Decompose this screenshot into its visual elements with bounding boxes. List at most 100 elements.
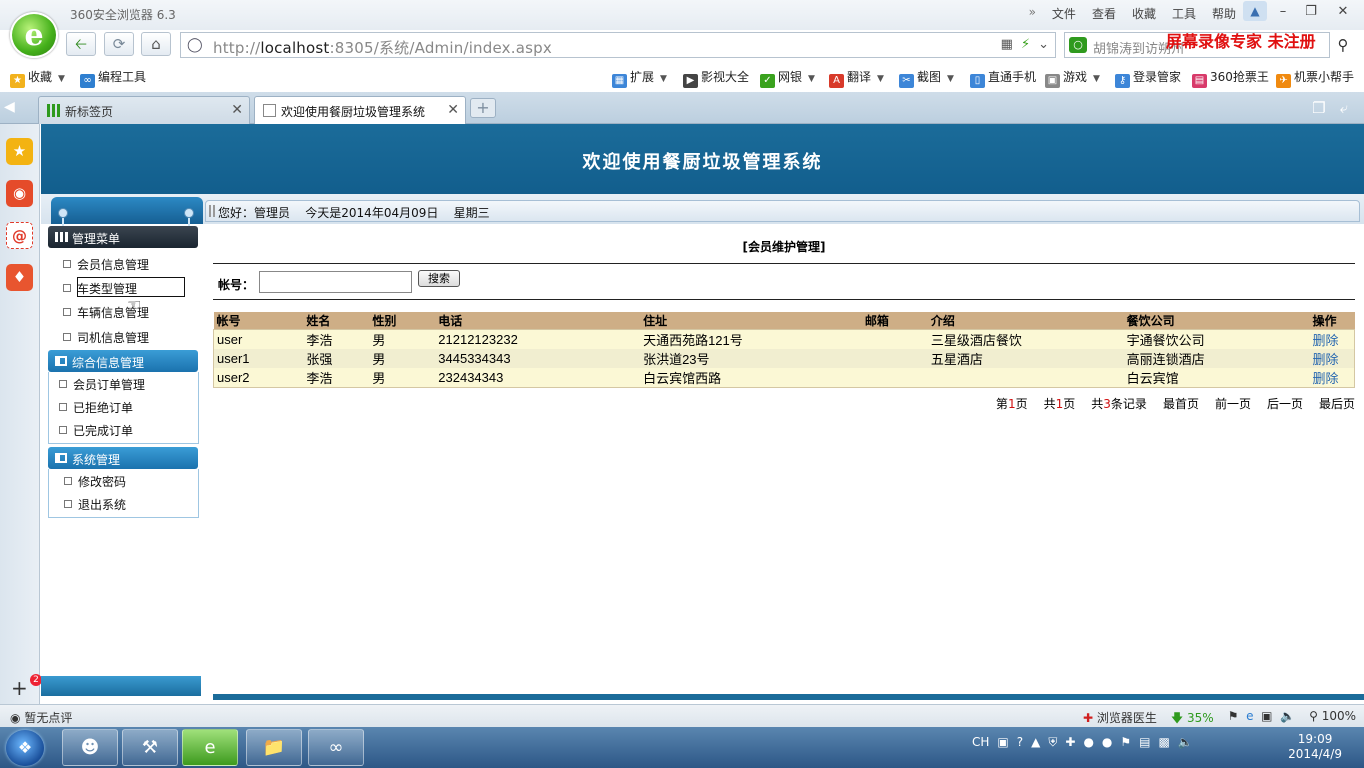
tool-flight-helper[interactable]: ✈ 机票小帮手 [1276, 68, 1354, 88]
ime-icon[interactable]: ▣ [997, 735, 1008, 750]
col-header: 介绍 [927, 312, 1124, 330]
menu-header-general[interactable]: 综合信息管理 [48, 350, 198, 372]
menu-item-member-info[interactable]: 会员信息管理 [63, 256, 149, 273]
menu-item-completed-orders[interactable]: 已完成订单 [59, 422, 133, 439]
skin-shirt-icon[interactable]: ▲ [1243, 1, 1267, 21]
shopping-icon[interactable]: ♦ [6, 264, 33, 291]
menu-help[interactable]: 帮助 [1212, 5, 1236, 22]
tool-translate[interactable]: A 翻译 ▼ [829, 68, 884, 88]
qr-code-icon[interactable]: ▦ [1001, 37, 1013, 52]
qq-icon[interactable]: ● [1102, 735, 1112, 750]
tool-screenshot[interactable]: ✂ 截图 ▼ [899, 68, 954, 88]
language-indicator[interactable]: CH [972, 735, 989, 750]
close-tab-icon[interactable]: ✕ [447, 102, 459, 118]
menu-footer [41, 676, 201, 696]
grid-page-icon [47, 104, 60, 117]
bullet-icon [59, 380, 67, 388]
address-tools: ▦ ⚡ ⌄ [1001, 37, 1049, 52]
tool-games[interactable]: ▣ 游戏 ▼ [1045, 68, 1100, 88]
minimize-icon[interactable]: – [1272, 3, 1294, 21]
taskbar-photo-app-icon[interactable]: ☻ [62, 729, 118, 766]
refresh-icon[interactable]: ⟳ [104, 32, 134, 56]
last-page-link[interactable]: 最后页 [1319, 395, 1355, 412]
tool-phone[interactable]: ▯ 直通手机 [970, 68, 1036, 88]
rating-status[interactable]: ◉ 暂无点评 [10, 709, 72, 726]
tab-restore-icon[interactable]: ❐ [1312, 99, 1325, 117]
add-plus-icon[interactable]: + [11, 676, 28, 700]
search-magnifier-icon[interactable]: ⚲ [1330, 32, 1356, 58]
delete-link[interactable]: 删除 [1312, 333, 1338, 348]
url-text[interactable]: http://localhost:8305/系统/Admin/index.asp… [213, 37, 552, 58]
restore-icon[interactable]: ❐ [1300, 3, 1322, 21]
qq-icon[interactable]: ● [1083, 735, 1093, 750]
first-page-link[interactable]: 最首页 [1163, 395, 1199, 412]
action-center-flag-icon[interactable]: ⚑ [1120, 735, 1131, 750]
close-tab-icon[interactable]: ✕ [231, 102, 243, 118]
tool-video[interactable]: ▶ 影视大全 [683, 68, 749, 88]
menu-item-member-orders[interactable]: 会员订单管理 [59, 376, 145, 393]
help-icon[interactable]: ? [1017, 735, 1023, 750]
menu-header-admin[interactable]: 管理菜单 [48, 226, 198, 248]
speaker-icon[interactable]: 🔈 [1178, 735, 1193, 750]
sidebar-toggle-icon[interactable]: ◀ [4, 99, 15, 115]
cell-action: 删除 [1309, 368, 1355, 388]
security-shield-icon[interactable]: ◯ [187, 37, 203, 53]
device-icon[interactable]: ▤ [1139, 735, 1150, 750]
system-clock[interactable]: 19:09 2014/4/9 [1288, 732, 1342, 762]
tab-active[interactable]: 欢迎使用餐厨垃圾管理系统 ✕ [254, 96, 466, 124]
taskbar-visual-studio-icon[interactable]: ∞ [308, 729, 364, 766]
delete-link[interactable]: 删除 [1312, 352, 1338, 367]
menu-favorites[interactable]: 收藏 [1132, 5, 1156, 22]
menu-view[interactable]: 查看 [1092, 5, 1116, 22]
windows-taskbar: ❖ ☻ ⚒ e 📁 ∞ CH ▣ ? ▲ ⛨ ✚ ● ● ⚑ ▤ ▩ 🔈 19:… [0, 727, 1364, 768]
back-arrow-icon[interactable]: 🡠 [66, 32, 96, 56]
volume-icon[interactable]: 🔈 [1280, 709, 1295, 723]
tab-label: 欢迎使用餐厨垃圾管理系统 [281, 105, 426, 119]
address-dropdown-icon[interactable]: ⌄ [1038, 37, 1049, 52]
tab-new-tab[interactable]: 新标签页 ✕ [38, 96, 250, 124]
recorder-watermark: 屏幕录像专家 未注册 [1166, 32, 1316, 51]
menu-header-system[interactable]: 系统管理 [48, 447, 198, 469]
tool-login-manager[interactable]: ⚷ 登录管家 [1115, 68, 1181, 88]
search-button[interactable]: 搜索 [418, 270, 460, 287]
taskbar-tools-app-icon[interactable]: ⚒ [122, 729, 178, 766]
tool-ticket[interactable]: ▤ 360抢票王 [1192, 68, 1269, 88]
start-button-icon[interactable]: ❖ [6, 730, 44, 766]
mail-icon[interactable]: @ [6, 222, 33, 249]
close-window-icon[interactable]: ✕ [1332, 3, 1354, 21]
fav-favorites[interactable]: ★ 收藏 ▼ [10, 68, 65, 88]
undo-close-icon[interactable]: ⤶ [1340, 99, 1348, 117]
tray-overflow-icon[interactable]: ▲ [1031, 735, 1040, 750]
menu-overflow-icon[interactable]: » [1029, 5, 1036, 22]
menu-file[interactable]: 文件 [1052, 5, 1076, 22]
fav-programming-tools[interactable]: ∞ 编程工具 [80, 68, 146, 88]
cell-gender: 男 [369, 368, 436, 388]
security-tray-icon[interactable]: ⛨ [1048, 735, 1057, 750]
network-icon[interactable]: ▩ [1159, 735, 1170, 750]
window-icon[interactable]: ▣ [1261, 709, 1272, 723]
new-tab-plus-icon[interactable]: + [470, 98, 496, 118]
home-icon[interactable]: ⌂ [141, 32, 171, 56]
delete-link[interactable]: 删除 [1312, 371, 1338, 386]
flag-icon[interactable]: ⚑ [1228, 709, 1239, 723]
weibo-icon[interactable]: ◉ [6, 180, 33, 207]
cell-company: 宇通餐饮公司 [1123, 329, 1310, 349]
next-page-link[interactable]: 后一页 [1267, 395, 1303, 412]
menu-item-logout[interactable]: 退出系统 [64, 496, 126, 513]
tool-bank[interactable]: ✓ 网银 ▼ [760, 68, 815, 88]
taskbar-360-browser-icon[interactable]: e [182, 729, 238, 766]
plus-tray-icon[interactable]: ✚ [1065, 735, 1075, 750]
menu-item-rejected-orders[interactable]: 已拒绝订单 [59, 399, 133, 416]
search-engine-icon[interactable]: ○ [1069, 37, 1087, 53]
taskbar-folder-icon[interactable]: 📁 [246, 729, 302, 766]
prev-page-link[interactable]: 前一页 [1215, 395, 1251, 412]
speed-mode-icon[interactable]: ⚡ [1021, 37, 1030, 52]
favorites-star-icon[interactable]: ★ [6, 138, 33, 165]
ie-icon[interactable]: e [1246, 709, 1253, 723]
address-bar[interactable]: ◯ http://localhost:8305/系统/Admin/index.a… [180, 32, 1056, 58]
menu-tools[interactable]: 工具 [1172, 5, 1196, 22]
menu-item-change-password[interactable]: 修改密码 [64, 473, 126, 490]
tool-extension[interactable]: ▦ 扩展 ▼ [612, 68, 667, 88]
account-search-input[interactable] [259, 271, 412, 293]
menu-item-driver-info[interactable]: 司机信息管理 [63, 329, 149, 346]
